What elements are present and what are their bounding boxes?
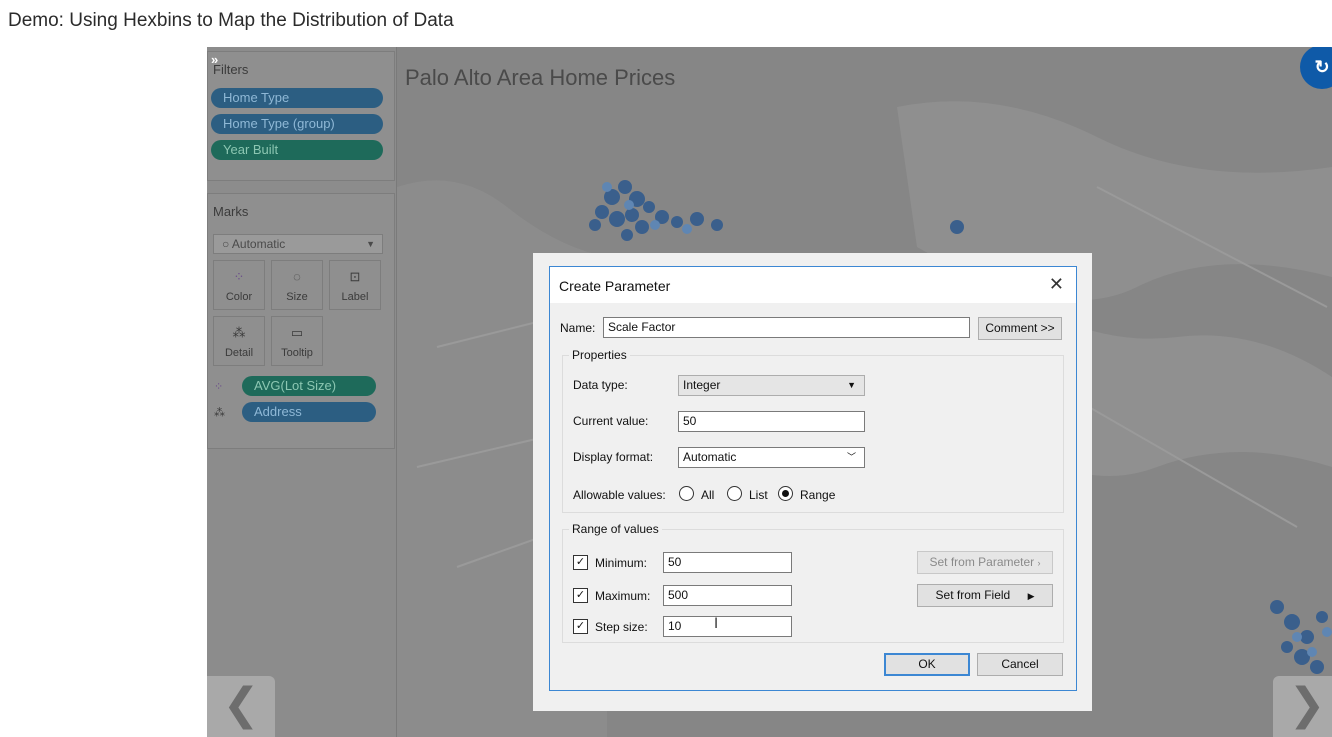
name-field[interactable]: Scale Factor bbox=[603, 317, 970, 338]
name-label: Name: bbox=[560, 321, 596, 335]
dialog-titlebar: Create Parameter ✕ bbox=[550, 267, 1076, 303]
caret-right-icon: ▶ bbox=[1027, 591, 1035, 601]
create-parameter-dialog: Create Parameter ✕ Name: Scale Factor Co… bbox=[549, 266, 1077, 691]
range-legend: Range of values bbox=[569, 522, 662, 536]
color-button[interactable]: ⁘ Color bbox=[213, 260, 265, 310]
detail-button[interactable]: ⁂ Detail bbox=[213, 316, 265, 366]
set-from-field-button[interactable]: Set from Field ▶ bbox=[917, 584, 1053, 607]
minimum-checkbox[interactable]: ✓ bbox=[573, 555, 588, 570]
filter-pill-home-type[interactable]: Home Type bbox=[211, 88, 383, 108]
properties-group: Properties Data type: Integer ▼ Current … bbox=[562, 348, 1064, 513]
tableau-side-panel: » Filters Home Type Home Type (group) Ye… bbox=[207, 47, 397, 737]
text-cursor-icon: I bbox=[714, 616, 719, 632]
chevron-down-icon: ▼ bbox=[366, 239, 375, 249]
marks-pill-avg-lot-size[interactable]: AVG(Lot Size) bbox=[242, 376, 376, 396]
map-title: Palo Alto Area Home Prices bbox=[405, 65, 676, 90]
data-type-label: Data type: bbox=[573, 378, 628, 392]
display-format-label: Display format: bbox=[573, 450, 654, 464]
allowable-values-label: Allowable values: bbox=[573, 488, 666, 502]
step-size-label: Step size: bbox=[595, 620, 648, 634]
tooltip-icon: ▭ bbox=[290, 325, 304, 340]
display-format-select[interactable]: Automatic ﹀ bbox=[678, 447, 865, 468]
detail-field-icon: ⁂ bbox=[214, 407, 225, 419]
properties-legend: Properties bbox=[569, 348, 630, 362]
next-slide-button[interactable]: ❯ bbox=[1273, 676, 1332, 737]
ok-button[interactable]: OK bbox=[884, 653, 970, 676]
size-icon: ◌ bbox=[293, 269, 301, 284]
marks-pill-address[interactable]: Address bbox=[242, 402, 376, 422]
maximum-checkbox[interactable]: ✓ bbox=[573, 588, 588, 603]
set-from-parameter-button[interactable]: Set from Parameter › bbox=[917, 551, 1053, 574]
chevron-down-icon: ﹀ bbox=[846, 452, 856, 462]
tooltip-button[interactable]: ▭ Tooltip bbox=[271, 316, 323, 366]
minimum-field[interactable]: 50 bbox=[663, 552, 792, 573]
mark-type-circle-icon: ○ bbox=[222, 237, 232, 251]
marks-title: Marks bbox=[213, 204, 249, 219]
radio-list[interactable] bbox=[727, 486, 742, 501]
filter-pill-year-built[interactable]: Year Built bbox=[211, 140, 383, 160]
color-field-icon: ⁘ bbox=[214, 381, 224, 393]
size-button[interactable]: ◌ Size bbox=[271, 260, 323, 310]
step-size-field[interactable]: 10 bbox=[663, 616, 792, 637]
minimum-label: Minimum: bbox=[595, 556, 648, 570]
maximum-field[interactable]: 500 bbox=[663, 585, 792, 606]
mark-type-value: Automatic bbox=[231, 237, 286, 251]
mark-type-dropdown[interactable]: ○ Automatic ▼ bbox=[213, 234, 383, 254]
color-icon: ⁘ bbox=[233, 269, 245, 284]
color-label: Color bbox=[225, 291, 253, 303]
range-of-values-group: Range of values ✓ Minimum: 50 ✓ Maximum:… bbox=[562, 522, 1064, 643]
radio-list-label: List bbox=[749, 488, 768, 502]
filters-title: Filters bbox=[213, 62, 249, 77]
radio-range[interactable] bbox=[778, 486, 793, 501]
chevron-right-icon: › bbox=[1037, 558, 1041, 568]
cancel-button[interactable]: Cancel bbox=[977, 653, 1063, 676]
filter-pill-home-type-group[interactable]: Home Type (group) bbox=[211, 114, 383, 134]
radio-all[interactable] bbox=[679, 486, 694, 501]
radio-all-label: All bbox=[701, 488, 715, 502]
close-icon[interactable]: ✕ bbox=[1049, 274, 1064, 295]
page-title: Demo: Using Hexbins to Map the Distribut… bbox=[8, 10, 454, 31]
data-type-value: Integer bbox=[683, 378, 721, 392]
data-type-select[interactable]: Integer ▼ bbox=[678, 375, 865, 396]
chevron-down-icon: ▼ bbox=[847, 380, 856, 390]
display-format-value: Automatic bbox=[683, 450, 737, 464]
dialog-title: Create Parameter bbox=[559, 278, 671, 294]
current-value-field[interactable]: 50 bbox=[678, 411, 865, 432]
maximum-label: Maximum: bbox=[595, 589, 651, 603]
set-from-parameter-label: Set from Parameter bbox=[929, 555, 1035, 569]
size-label: Size bbox=[286, 291, 308, 303]
comment-button[interactable]: Comment >> bbox=[978, 317, 1062, 340]
detail-label: Detail bbox=[224, 347, 254, 359]
set-from-field-label: Set from Field bbox=[935, 588, 1011, 602]
step-size-checkbox[interactable]: ✓ bbox=[573, 619, 588, 634]
previous-slide-button[interactable]: ❮ bbox=[207, 676, 275, 737]
filters-shelf: » Filters Home Type Home Type (group) Ye… bbox=[207, 51, 395, 181]
label-button[interactable]: ⊡ Label bbox=[329, 260, 381, 310]
marks-card: Marks ○ Automatic ▼ ⁘ Color ◌ Size ⊡ Lab… bbox=[207, 193, 395, 449]
detail-icon: ⁂ bbox=[232, 325, 246, 340]
current-value-label: Current value: bbox=[573, 414, 649, 428]
tooltip-label: Tooltip bbox=[281, 347, 313, 359]
label-icon: ⊡ bbox=[349, 269, 361, 284]
radio-range-label: Range bbox=[800, 488, 836, 502]
label-label: Label bbox=[341, 291, 369, 303]
